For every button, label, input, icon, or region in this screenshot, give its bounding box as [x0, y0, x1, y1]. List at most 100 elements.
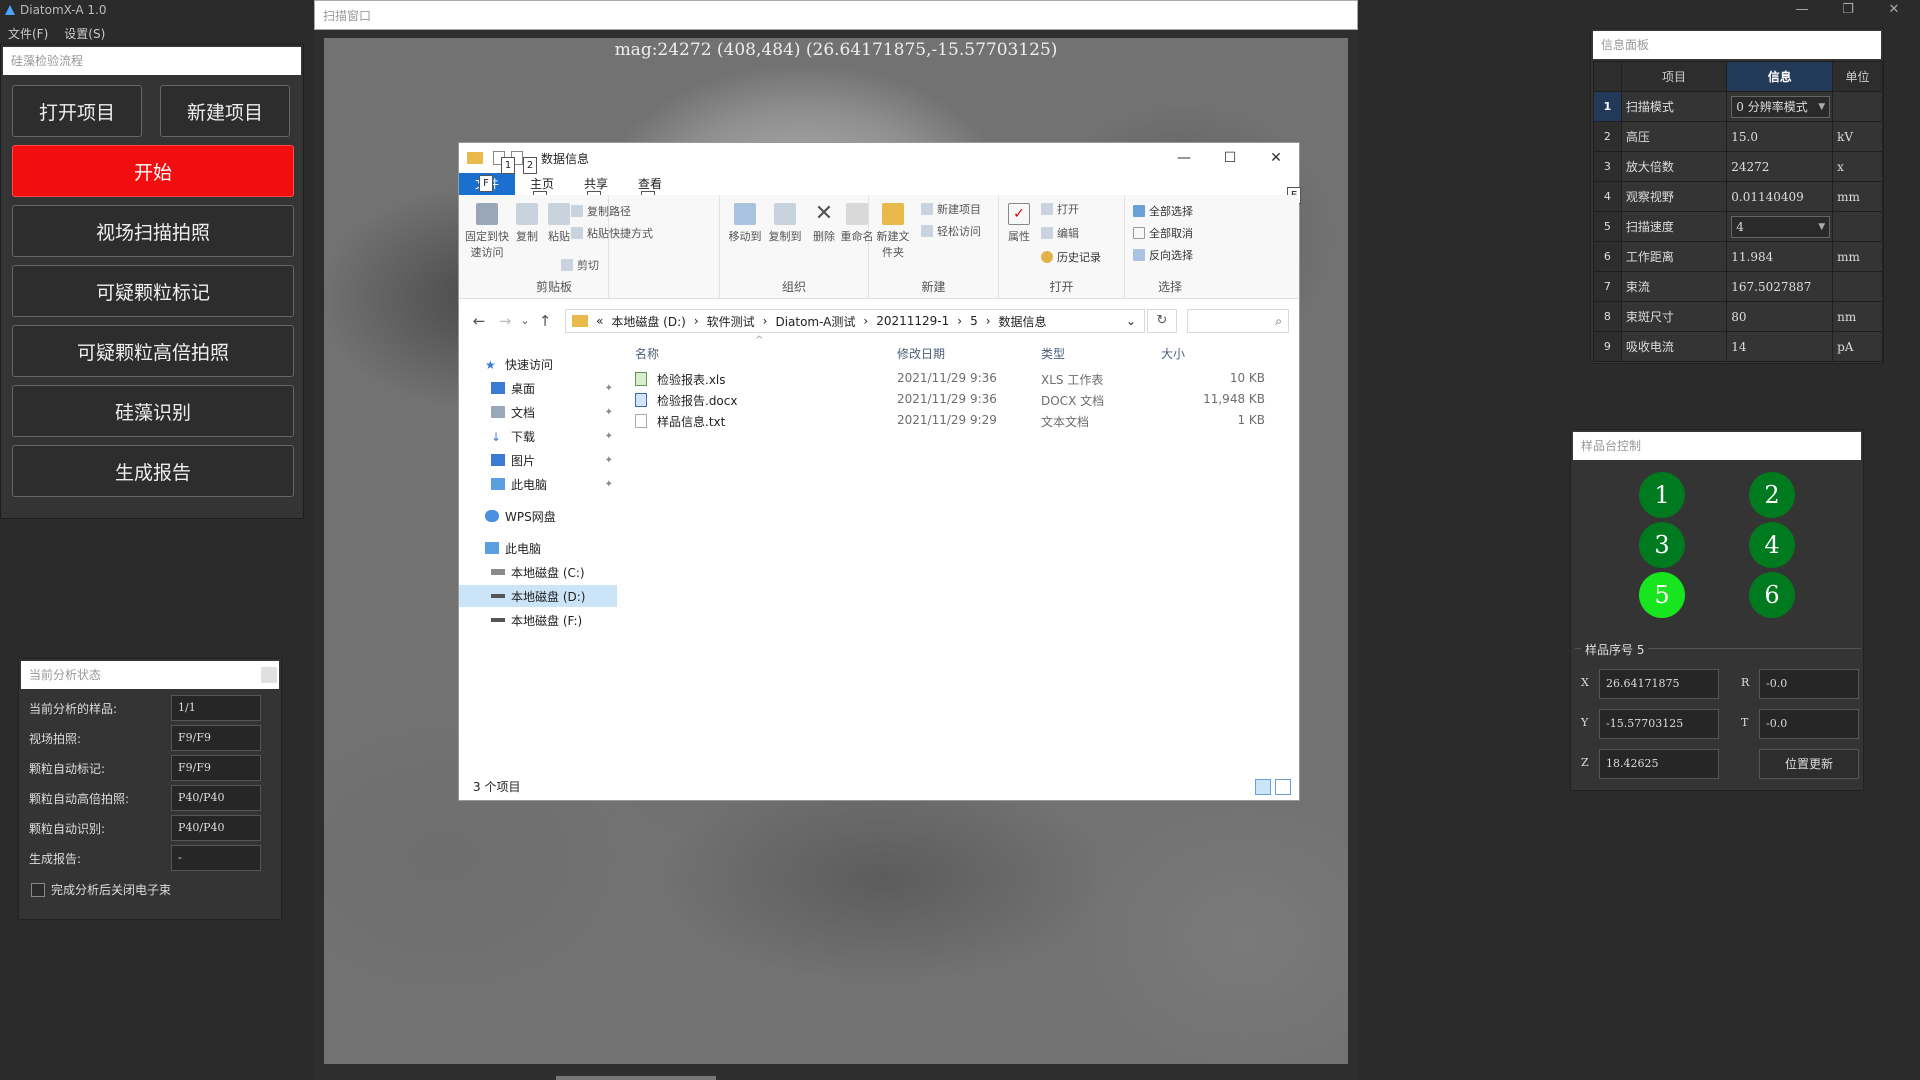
nav-this-pc-pinned[interactable]: 此电脑 ✦	[459, 473, 617, 495]
start-button[interactable]: 开始	[12, 145, 294, 197]
high-mag-button[interactable]: 可疑颗粒高倍拍照	[12, 325, 294, 377]
nav-this-pc[interactable]: 此电脑	[459, 537, 617, 559]
close-beam-checkbox[interactable]	[31, 882, 45, 897]
forward-arrow-icon[interactable]: →	[495, 311, 515, 331]
address-dropdown-icon[interactable]: ⌄	[1126, 314, 1136, 328]
diatom-identify-button[interactable]: 硅藻识别	[12, 385, 294, 437]
new-project-button[interactable]: 新建项目	[160, 85, 290, 137]
nav-documents[interactable]: 文档 ✦	[459, 401, 617, 423]
scan-mode-select[interactable]: 0 分辨率模式 ▼	[1731, 95, 1831, 118]
paste-shortcut-button[interactable]: 粘贴快捷方式	[571, 225, 691, 241]
column-date[interactable]: 修改日期	[897, 345, 945, 362]
address-segment[interactable]: 本地磁盘 (D:)	[611, 313, 685, 330]
z-position-field[interactable]: 18.42625	[1599, 749, 1719, 779]
address-segment[interactable]: 20211129-1	[876, 314, 949, 328]
cut-button[interactable]: 剪切	[561, 257, 599, 273]
refresh-icon[interactable]: ↻	[1147, 309, 1177, 333]
update-position-button[interactable]: 位置更新	[1759, 749, 1859, 779]
easy-access-button[interactable]: 轻松访问	[921, 223, 981, 239]
open-project-button[interactable]: 打开项目	[12, 85, 142, 137]
select-none-button[interactable]: 全部取消	[1133, 225, 1193, 241]
address-segment[interactable]: 软件测试	[707, 313, 755, 330]
group-label-open: 打开	[1049, 280, 1074, 294]
nav-downloads[interactable]: ↓ 下载 ✦	[459, 425, 617, 447]
t-position-field[interactable]: -0.0	[1759, 709, 1859, 739]
status-close-box[interactable]	[261, 667, 277, 683]
field-scan-button[interactable]: 视场扫描拍照	[12, 205, 294, 257]
nav-quick-access[interactable]: ★ 快速访问	[459, 353, 617, 375]
maximize-button[interactable]: ❐	[1828, 0, 1868, 20]
address-segment[interactable]: 5	[970, 314, 978, 328]
minimize-button[interactable]: —	[1782, 0, 1822, 20]
edit-button[interactable]: 编辑	[1041, 225, 1079, 241]
up-arrow-icon[interactable]: ↑	[535, 311, 555, 331]
y-position-field[interactable]: -15.57703125	[1599, 709, 1719, 739]
back-arrow-icon[interactable]: ←	[469, 311, 489, 331]
address-segment[interactable]: Diatom-A测试	[775, 313, 855, 330]
stage-position-4-button[interactable]: 4	[1749, 522, 1795, 568]
details-view-icon[interactable]	[1255, 779, 1271, 795]
recent-dropdown-icon[interactable]: ⌄	[515, 311, 535, 331]
x-axis-label: X	[1581, 676, 1589, 689]
delete-button[interactable]: ✕ 删除	[808, 203, 840, 244]
address-bar[interactable]: « 本地磁盘 (D:) › 软件测试 › Diatom-A测试 › 202111…	[565, 309, 1145, 333]
x-position-field[interactable]: 26.64171875	[1599, 669, 1719, 699]
move-to-icon	[734, 203, 756, 225]
info-value: 14	[1726, 331, 1834, 362]
search-input[interactable]: ⌕	[1187, 309, 1289, 333]
generate-report-button[interactable]: 生成报告	[12, 445, 294, 497]
mark-particles-button[interactable]: 可疑颗粒标记	[12, 265, 294, 317]
explorer-minimize-button[interactable]: —	[1161, 143, 1207, 173]
copy-button[interactable]: 复制	[511, 203, 543, 244]
open-button[interactable]: 打开	[1041, 201, 1079, 217]
close-button[interactable]: ✕	[1874, 0, 1914, 20]
large-icons-view-icon[interactable]	[1275, 779, 1291, 795]
stage-position-5-button[interactable]: 5	[1639, 572, 1685, 618]
nav-drive-c[interactable]: 本地磁盘 (C:)	[459, 561, 617, 583]
close-beam-checkbox-row[interactable]: 完成分析后关闭电子束	[19, 881, 281, 898]
move-to-button[interactable]: 移动到	[726, 203, 764, 244]
stage-position-3-button[interactable]: 3	[1639, 522, 1685, 568]
nav-drive-d[interactable]: 本地磁盘 (D:)	[459, 585, 617, 607]
column-size[interactable]: 大小	[1161, 345, 1185, 362]
menu-settings[interactable]: 设置(S)	[56, 24, 113, 44]
column-type[interactable]: 类型	[1041, 345, 1065, 362]
r-position-field[interactable]: -0.0	[1759, 669, 1859, 699]
nav-drive-f[interactable]: 本地磁盘 (F:)	[459, 609, 617, 631]
file-row[interactable]: 检验报表.xls 2021/11/29 9:36 XLS 工作表 10 KB	[619, 369, 1299, 389]
nav-desktop[interactable]: 桌面 ✦	[459, 377, 617, 399]
file-name: 检验报表.xls	[657, 373, 726, 387]
scan-speed-select[interactable]: 4 ▼	[1731, 215, 1831, 238]
address-segment[interactable]: 数据信息	[999, 313, 1047, 330]
status-row: 当前分析的样品: 1/1	[19, 693, 281, 723]
explorer-title: 数据信息	[541, 151, 590, 166]
pin-quick-access-button[interactable]: 固定到快速访问	[465, 203, 509, 260]
stage-position-2-button[interactable]: 2	[1749, 472, 1795, 518]
new-item-button[interactable]: 新建项目	[921, 201, 981, 217]
menu-file[interactable]: 文件(F)	[0, 24, 56, 44]
explorer-close-button[interactable]: ✕	[1253, 143, 1299, 173]
pin-icon: ✦	[604, 406, 613, 418]
copy-to-button[interactable]: 复制到	[766, 203, 804, 244]
address-overflow[interactable]: «	[596, 314, 603, 328]
properties-button[interactable]: ✓ 属性	[1003, 203, 1035, 244]
column-name[interactable]: 名称	[635, 345, 659, 362]
file-row[interactable]: 检验报告.docx 2021/11/29 9:36 DOCX 文档 11,948…	[619, 390, 1299, 410]
stage-position-1-button[interactable]: 1	[1639, 472, 1685, 518]
nav-pictures[interactable]: 图片 ✦	[459, 449, 617, 471]
history-button[interactable]: 历史记录	[1041, 249, 1101, 265]
invert-selection-button[interactable]: 反向选择	[1133, 247, 1193, 263]
address-bar-row: ← → ⌄ ↑ « 本地磁盘 (D:) › 软件测试 › Diatom-A测试 …	[459, 307, 1299, 335]
easy-access-icon	[921, 225, 933, 237]
ribbon: 固定到快速访问 复制 粘贴 复制路径 粘贴快捷方式 剪切 剪贴板 移动到 复制到…	[459, 195, 1299, 299]
nav-wps-cloud[interactable]: WPS网盘	[459, 505, 617, 527]
info-header: 信息面板	[1593, 31, 1881, 59]
copy-path-button[interactable]: 复制路径	[571, 203, 691, 219]
stage-position-6-button[interactable]: 6	[1749, 572, 1795, 618]
ribbon-group-new: 新建文件夹 新建项目 轻松访问 新建	[869, 195, 999, 299]
status-value: F9/F9	[171, 755, 261, 781]
select-all-button[interactable]: 全部选择	[1133, 203, 1193, 219]
file-row[interactable]: 样品信息.txt 2021/11/29 9:29 文本文档 1 KB	[619, 411, 1299, 431]
explorer-maximize-button[interactable]: ☐	[1207, 143, 1253, 173]
new-folder-button[interactable]: 新建文件夹	[873, 203, 913, 260]
